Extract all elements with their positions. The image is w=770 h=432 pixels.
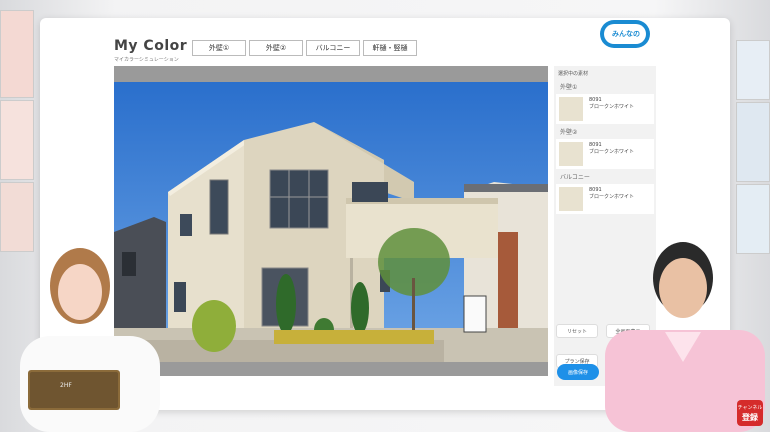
tab-gutter[interactable]: 軒樋・竪樋: [363, 40, 417, 56]
wall-tile: [0, 10, 34, 98]
color-swatch: [559, 187, 583, 211]
subscribe-line1: チャンネル: [737, 405, 763, 411]
presenter-woman: 2HF: [0, 240, 180, 432]
app-logo: My Color マイカラーシミュレーション: [114, 38, 187, 63]
channel-title: 塗装講座: [650, 26, 726, 48]
wall-tile: [736, 102, 770, 182]
material-code: 8091: [589, 97, 602, 103]
panel-title: 選択中の素材: [558, 71, 589, 77]
color-swatch: [559, 142, 583, 166]
material-name: ブロークンホワイト: [589, 104, 635, 110]
logo-subtitle: マイカラーシミュレーション: [114, 57, 179, 63]
section-label: 外壁②: [560, 129, 578, 136]
wall-tile: [0, 100, 34, 180]
reset-button[interactable]: リセット: [556, 324, 598, 338]
section-label: 外壁①: [560, 84, 578, 91]
part-tabs: 外壁① 外壁② バルコニー 軒樋・竪樋: [192, 40, 417, 56]
material-item[interactable]: 8091 ブロークンホワイト: [556, 94, 654, 124]
channel-logo: みんなの 塗装講座: [598, 14, 748, 54]
material-name: ブロークンホワイト: [589, 194, 635, 200]
material-code: 8091: [589, 187, 602, 193]
material-item[interactable]: 8091 ブロークンホワイト: [556, 184, 654, 214]
material-item[interactable]: 8091 ブロークンホワイト: [556, 139, 654, 169]
material-name: ブロークンホワイト: [589, 149, 635, 155]
section-label: バルコニー: [560, 174, 590, 181]
material-code: 8091: [589, 142, 602, 148]
subscribe-badge[interactable]: チャンネル 登録: [737, 400, 763, 426]
channel-badge: みんなの: [612, 30, 640, 38]
subscribe-line2: 登録: [742, 413, 758, 422]
logo-text: My Color: [114, 38, 188, 54]
save-image-button[interactable]: 画像保存: [557, 364, 599, 380]
tablet-label: 2HF: [60, 382, 72, 389]
tab-balcony[interactable]: バルコニー: [306, 40, 360, 56]
tab-wall-2[interactable]: 外壁②: [249, 40, 303, 56]
tab-wall-1[interactable]: 外壁①: [192, 40, 246, 56]
color-swatch: [559, 97, 583, 121]
